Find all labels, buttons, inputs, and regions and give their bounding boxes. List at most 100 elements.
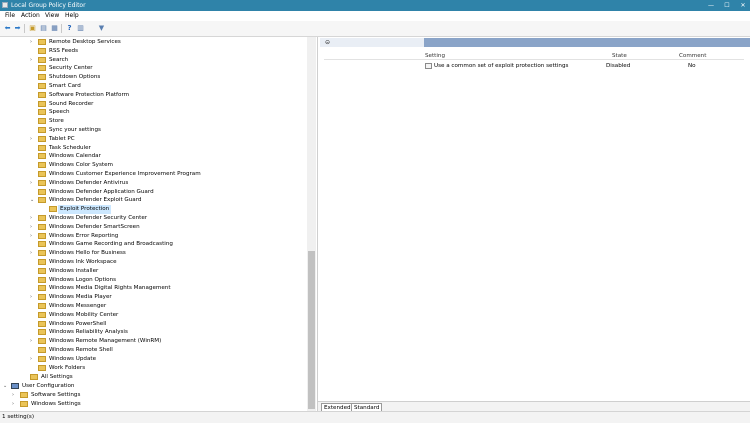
tree-item-software-settings[interactable]: › Software Settings xyxy=(12,391,220,400)
tree-item[interactable]: Windows Calendar xyxy=(38,152,298,161)
chevron-down-icon[interactable]: ⌄ xyxy=(30,196,34,205)
tree-item-label: Windows Update xyxy=(49,355,97,362)
chevron-right-icon[interactable]: › xyxy=(30,355,32,364)
tree-item[interactable]: Windows PowerShell xyxy=(38,320,298,329)
tree-item[interactable]: › Tablet PC xyxy=(30,135,298,144)
tree-item[interactable]: Shutdown Options xyxy=(38,73,298,82)
tree-scrollbar[interactable] xyxy=(307,37,316,411)
chevron-right-icon[interactable]: › xyxy=(30,232,32,241)
menu-bar: File Action View Help xyxy=(0,11,750,21)
tree-item[interactable]: › Windows Update xyxy=(30,355,298,364)
tree-item[interactable]: › Windows Remote Management (WinRM) xyxy=(30,337,298,346)
tree-item[interactable]: Speech xyxy=(38,108,298,117)
folder-icon xyxy=(49,206,57,213)
chevron-right-icon[interactable]: › xyxy=(30,179,32,188)
tree-item[interactable]: › Windows Media Player xyxy=(30,293,298,302)
tree-item-label: Windows Defender Exploit Guard xyxy=(49,197,142,204)
tree-item[interactable]: › Remote Desktop Services xyxy=(30,38,298,47)
close-button[interactable]: ✕ xyxy=(736,0,750,11)
chevron-right-icon[interactable]: › xyxy=(30,214,32,223)
tree-item-label: All Settings xyxy=(41,374,73,380)
tree-item-label: Smart Card xyxy=(49,83,81,89)
folder-icon xyxy=(38,355,46,362)
navigation-tree[interactable]: › Remote Desktop Services RSS Feeds › Search… xyxy=(0,37,318,411)
chevron-right-icon[interactable]: › xyxy=(30,337,32,346)
chevron-right-icon[interactable]: › xyxy=(30,38,32,47)
folder-icon xyxy=(20,401,28,407)
tree-scrollbar-thumb[interactable] xyxy=(308,251,315,409)
tree-item[interactable]: Windows Defender Application Guard xyxy=(38,188,298,197)
tree-item-label: Windows Media Player xyxy=(49,294,112,301)
filter-icon[interactable]: ▼ xyxy=(97,24,106,33)
menu-file[interactable]: File xyxy=(5,12,15,20)
tree-item[interactable]: Windows Remote Shell xyxy=(38,346,298,355)
chevron-right-icon[interactable]: › xyxy=(30,293,32,302)
back-arrow-icon[interactable]: ⬅ xyxy=(3,24,12,33)
tree-item[interactable]: Windows Installer xyxy=(38,267,298,276)
tree-item[interactable]: Windows Mobility Center xyxy=(38,311,298,320)
tree-item[interactable]: › Windows Hello for Business xyxy=(30,249,298,258)
tree-item[interactable]: RSS Feeds xyxy=(38,47,298,56)
forward-arrow-icon[interactable]: ➡ xyxy=(13,24,22,33)
chevron-right-icon[interactable]: › xyxy=(30,249,32,258)
tree-item[interactable]: Task Scheduler xyxy=(38,144,298,153)
setting-comment: No xyxy=(688,63,696,69)
tree-item[interactable]: Windows Game Recording and Broadcasting xyxy=(38,240,298,249)
folder-icon xyxy=(38,364,46,371)
chevron-down-icon[interactable]: ⌄ xyxy=(3,382,7,391)
folder-icon xyxy=(38,118,46,125)
title-bar: Local Group Policy Editor — ☐ ✕ xyxy=(0,0,750,11)
computer-icon xyxy=(11,383,19,389)
tree-item[interactable]: Windows Color System xyxy=(38,161,298,170)
tree-item-windows-settings[interactable]: › Windows Settings xyxy=(12,400,220,409)
tree-item[interactable]: ⌄ Windows Defender Exploit Guard xyxy=(30,196,298,205)
tree-item-label: RSS Feeds xyxy=(49,47,79,54)
tree-item[interactable]: Sound Recorder xyxy=(38,100,298,109)
properties-icon[interactable]: ▥ xyxy=(76,24,85,33)
tree-item[interactable]: › Windows Defender Security Center xyxy=(30,214,298,223)
export-list-icon[interactable]: ▦ xyxy=(50,24,59,33)
tree-item-label: Speech xyxy=(49,109,70,116)
tree-item-label: Windows Reliability Analysis xyxy=(49,329,128,336)
tree-item[interactable]: › Windows Error Reporting xyxy=(30,232,298,241)
folder-icon xyxy=(38,188,46,195)
tree-item[interactable]: Work Folders xyxy=(38,364,298,373)
minimize-button[interactable]: — xyxy=(704,0,718,11)
tree-item[interactable]: Security Center xyxy=(38,64,298,73)
tree-item[interactable]: Windows Ink Workspace xyxy=(38,258,298,267)
table-row[interactable]: Use a common set of exploit protection s… xyxy=(318,62,750,71)
menu-action[interactable]: Action xyxy=(21,12,40,20)
menu-help[interactable]: Help xyxy=(65,12,79,20)
tree-item[interactable]: Store xyxy=(38,117,298,126)
tree-item-label: Windows Messenger xyxy=(49,303,107,309)
chevron-right-icon[interactable]: › xyxy=(30,223,32,232)
tree-item[interactable]: Smart Card xyxy=(38,82,298,91)
folder-icon xyxy=(38,100,46,107)
chevron-right-icon[interactable]: › xyxy=(30,56,32,65)
maximize-button[interactable]: ☐ xyxy=(720,0,734,11)
tree-item[interactable]: › Windows Defender Antivirus xyxy=(30,179,298,188)
tree-item-label: Windows Mobility Center xyxy=(49,311,119,318)
tree-item[interactable]: › Search xyxy=(30,56,298,65)
tree-item[interactable]: Sync your settings xyxy=(38,126,298,135)
tree-item[interactable]: Windows Customer Experience Improvement … xyxy=(38,170,298,179)
chevron-right-icon[interactable]: › xyxy=(30,135,32,144)
folder-up-icon[interactable]: ▣ xyxy=(28,24,37,33)
tree-item[interactable]: Windows Logon Options xyxy=(38,276,298,285)
folder-icon xyxy=(38,215,46,221)
chevron-right-icon[interactable]: › xyxy=(12,400,14,409)
tree-item-all-settings[interactable]: All Settings xyxy=(30,373,230,382)
tree-item-user-configuration[interactable]: ⌄ User Configuration xyxy=(3,382,211,391)
folder-icon xyxy=(38,91,46,98)
tree-item[interactable]: Windows Reliability Analysis xyxy=(38,328,298,337)
tree-item[interactable]: Windows Media Digital Rights Management xyxy=(38,284,298,293)
chevron-right-icon[interactable]: › xyxy=(12,391,14,400)
tree-item[interactable]: Exploit Protection xyxy=(49,205,309,215)
tree-item[interactable]: Windows Messenger xyxy=(38,302,298,311)
show-hide-tree-icon[interactable]: ▤ xyxy=(39,24,48,33)
help-icon[interactable]: ? xyxy=(65,24,74,33)
folder-icon xyxy=(38,56,46,63)
menu-view[interactable]: View xyxy=(45,12,59,20)
tree-item[interactable]: › Windows Defender SmartScreen xyxy=(30,223,298,232)
tree-item[interactable]: Software Protection Platform xyxy=(38,91,298,100)
